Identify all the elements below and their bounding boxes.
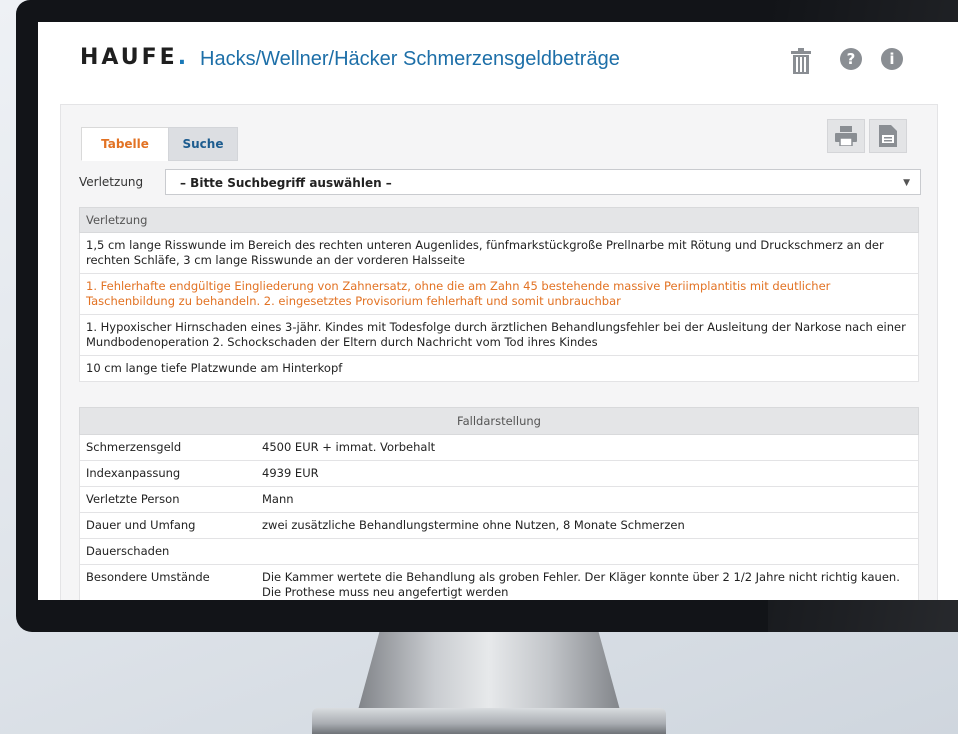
- list-item[interactable]: 1. Hypoxischer Hirnschaden eines 3-jähr.…: [79, 315, 919, 356]
- row-key: Dauerschaden: [86, 544, 170, 558]
- app-title: Hacks/Wellner/Häcker Schmerzensgeldbeträ…: [200, 48, 620, 70]
- row-value: Die Kammer wertete die Behandlung als gr…: [262, 570, 900, 599]
- app-screen: HAUFE. Hacks/Wellner/Häcker Schmerzensge…: [38, 22, 958, 600]
- monitor-stand-base: [312, 708, 666, 734]
- verletzung-list: Verletzung 1,5 cm lange Risswunde im Ber…: [79, 207, 919, 382]
- row-key: Schmerzensgeld: [86, 440, 182, 454]
- row-value: Mann: [262, 492, 294, 506]
- select-value: – Bitte Suchbegriff auswählen –: [180, 176, 392, 190]
- tab-suche[interactable]: Suche: [168, 127, 238, 161]
- row-value: 4939 EUR: [262, 466, 319, 480]
- falldarstellung-table: Falldarstellung Schmerzensgeld 4500 EUR …: [79, 407, 919, 600]
- table-row: Besondere Umstände Die Kammer wertete di…: [79, 565, 919, 600]
- export-icon: [879, 125, 897, 147]
- row-value: 4500 EUR + immat. Vorbehalt: [262, 440, 436, 454]
- trash-icon[interactable]: [790, 48, 814, 74]
- table-row: Schmerzensgeld 4500 EUR + immat. Vorbeha…: [79, 435, 919, 461]
- table-row: Dauerschaden: [79, 539, 919, 565]
- help-icon[interactable]: ?: [840, 48, 864, 72]
- list-item[interactable]: 10 cm lange tiefe Platzwunde am Hinterko…: [79, 356, 919, 382]
- row-key: Verletzte Person: [86, 492, 180, 506]
- chevron-down-icon: ▼: [903, 178, 910, 188]
- list-item[interactable]: 1,5 cm lange Risswunde im Bereich des re…: [79, 233, 919, 274]
- row-value: [256, 539, 918, 564]
- print-button[interactable]: [827, 119, 865, 153]
- tab-tabelle[interactable]: Tabelle: [81, 127, 169, 161]
- info-icon[interactable]: i: [881, 48, 905, 72]
- app-header: HAUFE. Hacks/Wellner/Häcker Schmerzensge…: [38, 22, 958, 98]
- row-value: zwei zusätzliche Behandlungstermine ohne…: [262, 518, 685, 532]
- table-row: Dauer und Umfang zwei zusätzliche Behand…: [79, 513, 919, 539]
- monitor-stand: [357, 632, 621, 712]
- list-item-selected[interactable]: 1. Fehlerhafte endgültige Eingliederung …: [79, 274, 919, 315]
- content-panel: Tabelle Suche Verletzung – Bitte Suchbeg…: [60, 104, 938, 600]
- falldarstellung-header: Falldarstellung: [79, 407, 919, 435]
- haufe-logo: HAUFE.: [80, 45, 190, 70]
- export-button[interactable]: [869, 119, 907, 153]
- row-key: Besondere Umstände: [86, 570, 210, 584]
- row-key: Indexanpassung: [86, 466, 181, 480]
- row-key: Dauer und Umfang: [86, 518, 196, 532]
- table-row: Verletzte Person Mann: [79, 487, 919, 513]
- verletzung-filter-label: Verletzung: [79, 175, 144, 189]
- print-icon: [835, 126, 857, 146]
- table-row: Indexanpassung 4939 EUR: [79, 461, 919, 487]
- list-header: Verletzung: [79, 207, 919, 233]
- verletzung-select[interactable]: – Bitte Suchbegriff auswählen – ▼: [165, 169, 921, 195]
